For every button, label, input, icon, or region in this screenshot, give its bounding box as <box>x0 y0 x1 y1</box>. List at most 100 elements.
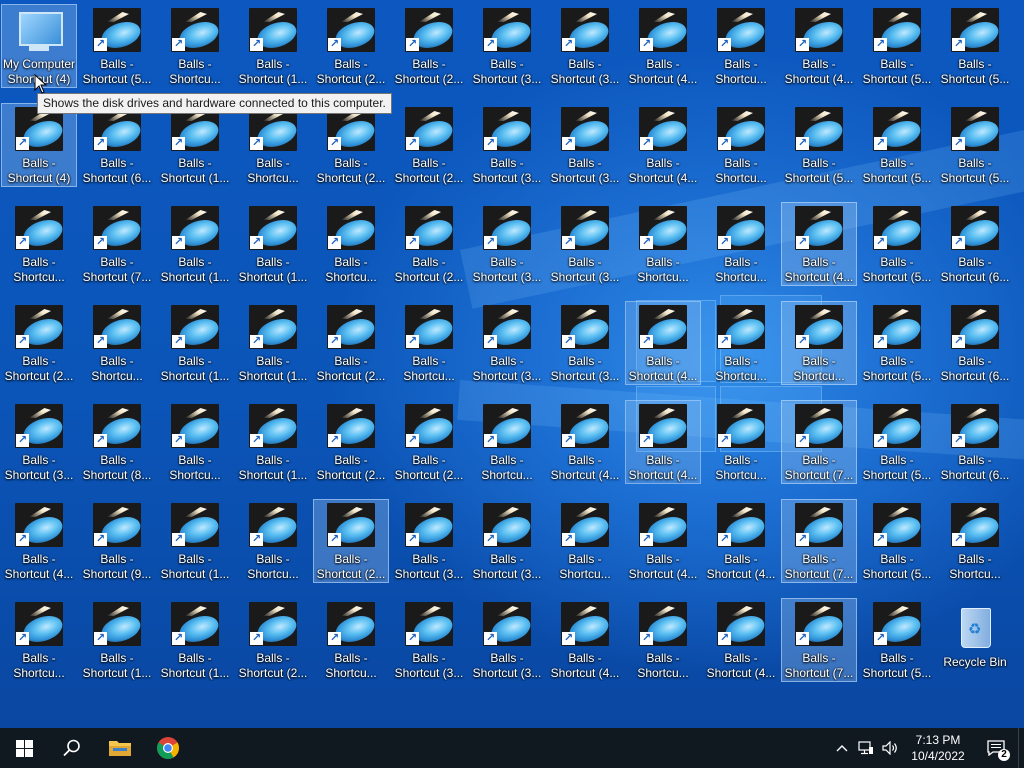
desktop-shortcut[interactable]: ↗ Balls - Shortcut (2... <box>313 103 389 187</box>
desktop-shortcut[interactable]: ↗ Balls - Shortcut (4... <box>625 499 701 583</box>
desktop-shortcut[interactable]: ↗ Balls - Shortcut (5... <box>859 103 935 187</box>
desktop-shortcut[interactable]: ↗ Balls - Shortcut (2... <box>235 598 311 682</box>
desktop-shortcut[interactable]: ↗ Balls - Shortcut (2... <box>313 301 389 385</box>
desktop-shortcut[interactable]: ↗ Balls - Shortcu... <box>157 4 233 88</box>
desktop-shortcut[interactable]: ↗ Balls - Shortcut (4... <box>625 301 701 385</box>
desktop-shortcut[interactable]: ↗ Balls - Shortcut (7... <box>781 499 857 583</box>
desktop-shortcut[interactable]: ↗ Balls - Shortcut (1... <box>235 4 311 88</box>
desktop-shortcut[interactable]: ↗ Balls - Shortcut (1... <box>157 301 233 385</box>
desktop-shortcut[interactable]: ↗ Balls - Shortcu... <box>781 301 857 385</box>
desktop-shortcut[interactable]: ↗ Balls - Shortcut (4... <box>703 598 779 682</box>
desktop-shortcut[interactable]: ↗ Balls - Shortcut (5... <box>859 4 935 88</box>
desktop-shortcut[interactable]: ↗ Balls - Shortcu... <box>469 400 545 484</box>
desktop-shortcut[interactable]: ↗ Balls - Shortcut (1... <box>157 499 233 583</box>
desktop-shortcut[interactable]: ↗ Balls - Shortcut (5... <box>937 4 1013 88</box>
desktop-shortcut[interactable]: ↗ Balls - Shortcu... <box>391 301 467 385</box>
desktop-shortcut[interactable]: ↗ Balls - Shortcut (4) <box>1 103 77 187</box>
desktop-shortcut[interactable]: ↗ Balls - Shortcu... <box>1 202 77 286</box>
desktop-shortcut[interactable]: ↗ Balls - Shortcut (2... <box>313 400 389 484</box>
desktop-shortcut[interactable]: ↗ Balls - Shortcut (5... <box>79 4 155 88</box>
desktop-shortcut[interactable]: ↗ Balls - Shortcut (3... <box>547 103 623 187</box>
desktop-shortcut[interactable]: ↗ Balls - Shortcu... <box>703 301 779 385</box>
desktop-shortcut[interactable]: ↗ Balls - Shortcu... <box>1 598 77 682</box>
show-hidden-icons-button[interactable] <box>830 728 854 768</box>
desktop-shortcut[interactable]: ↗ Balls - Shortcut (1... <box>157 103 233 187</box>
desktop-shortcut[interactable]: ↗ Balls - Shortcut (4... <box>781 4 857 88</box>
desktop-shortcut[interactable]: ↗ Balls - Shortcut (6... <box>937 202 1013 286</box>
desktop-shortcut[interactable]: ↗ Balls - Shortcut (5... <box>859 301 935 385</box>
desktop-shortcut[interactable]: ↗ Balls - Shortcu... <box>235 499 311 583</box>
desktop-shortcut[interactable]: ↗ Balls - Shortcu... <box>625 202 701 286</box>
volume-button[interactable] <box>878 728 902 768</box>
file-explorer-button[interactable] <box>96 728 144 768</box>
desktop-shortcut[interactable]: ↗ Balls - Shortcut (5... <box>937 103 1013 187</box>
desktop-shortcut[interactable]: ↗ Balls - Shortcut (2... <box>313 4 389 88</box>
desktop-shortcut[interactable]: ↗ Balls - Shortcut (5... <box>859 499 935 583</box>
desktop-shortcut[interactable]: ↗ Balls - Shortcut (5... <box>859 400 935 484</box>
desktop-shortcut[interactable]: ↗ Balls - Shortcut (2... <box>1 301 77 385</box>
desktop-shortcut[interactable]: ↗ Balls - Shortcu... <box>703 202 779 286</box>
desktop-shortcut[interactable]: ↗ Balls - Shortcu... <box>937 499 1013 583</box>
desktop-shortcut[interactable]: ↗ Balls - Shortcut (3... <box>547 202 623 286</box>
desktop-shortcut[interactable]: ↗ Balls - Shortcu... <box>703 103 779 187</box>
action-center-button[interactable]: 2 <box>974 728 1018 768</box>
show-desktop-button[interactable] <box>1018 728 1024 768</box>
desktop-shortcut[interactable]: ↗ Balls - Shortcut (9... <box>79 499 155 583</box>
desktop-shortcut[interactable]: ↗ Balls - Shortcut (3... <box>1 400 77 484</box>
desktop-shortcut[interactable]: ↗ Balls - Shortcut (1... <box>235 400 311 484</box>
desktop-shortcut[interactable]: ↗ Balls - Shortcu... <box>703 4 779 88</box>
desktop-shortcut[interactable]: ↗ Balls - Shortcut (3... <box>469 103 545 187</box>
desktop-shortcut[interactable]: ↗ Balls - Shortcut (4... <box>547 400 623 484</box>
desktop-shortcut[interactable]: ↗ Balls - Shortcu... <box>79 301 155 385</box>
desktop-shortcut[interactable]: ↗ Balls - Shortcu... <box>235 103 311 187</box>
desktop-shortcut[interactable]: ↗ Balls - Shortcut (4... <box>547 598 623 682</box>
desktop-shortcut[interactable]: ↗ Balls - Shortcut (1... <box>235 301 311 385</box>
desktop-shortcut[interactable]: ↗ Balls - Shortcut (6... <box>937 301 1013 385</box>
desktop-shortcut[interactable]: ↗ Balls - Shortcut (3... <box>469 301 545 385</box>
desktop-shortcut[interactable]: ↗ Balls - Shortcut (4... <box>625 4 701 88</box>
network-button[interactable] <box>854 728 878 768</box>
desktop-shortcut[interactable]: ↗ Balls - Shortcut (5... <box>781 103 857 187</box>
desktop-shortcut[interactable]: ↗ Balls - Shortcut (2... <box>391 103 467 187</box>
desktop-shortcut[interactable]: ↗ Balls - Shortcut (8... <box>79 400 155 484</box>
desktop-shortcut[interactable]: ↗ Balls - Shortcut (3... <box>547 4 623 88</box>
desktop-shortcut[interactable]: ↗ Balls - Shortcu... <box>547 499 623 583</box>
desktop-shortcut[interactable]: ↗ Balls - Shortcut (3... <box>391 499 467 583</box>
clock[interactable]: 7:13 PM 10/4/2022 <box>902 732 974 764</box>
desktop-shortcut[interactable]: ↗ Balls - Shortcut (5... <box>859 202 935 286</box>
desktop-shortcut[interactable]: ↗ Balls - Shortcut (7... <box>781 400 857 484</box>
desktop-shortcut[interactable]: ↗ Balls - Shortcut (7... <box>79 202 155 286</box>
desktop-shortcut[interactable]: ↗ Balls - Shortcu... <box>313 598 389 682</box>
desktop-shortcut[interactable]: ↗ Balls - Shortcut (7... <box>781 598 857 682</box>
desktop-shortcut[interactable]: ↗ Balls - Shortcu... <box>313 202 389 286</box>
desktop-shortcut[interactable]: ↗ Balls - Shortcu... <box>625 598 701 682</box>
desktop-shortcut[interactable]: ↗ Balls - Shortcut (3... <box>469 4 545 88</box>
recycle-bin[interactable]: ♻ Recycle Bin <box>937 598 1013 682</box>
desktop-shortcut[interactable]: ↗ Balls - Shortcut (3... <box>469 202 545 286</box>
desktop-shortcut[interactable]: ↗ Balls - Shortcut (5... <box>859 598 935 682</box>
desktop-shortcut[interactable]: ↗ Balls - Shortcut (3... <box>469 499 545 583</box>
desktop-shortcut[interactable]: ↗ Balls - Shortcut (1... <box>157 202 233 286</box>
start-button[interactable] <box>0 728 48 768</box>
desktop-shortcut[interactable]: ↗ Balls - Shortcut (3... <box>547 301 623 385</box>
desktop-shortcut[interactable]: ↗ Balls - Shortcut (6... <box>937 400 1013 484</box>
desktop-shortcut[interactable]: ↗ Balls - Shortcut (1... <box>79 598 155 682</box>
desktop-shortcut[interactable]: ↗ Balls - Shortcut (4... <box>781 202 857 286</box>
desktop-shortcut[interactable]: ↗ Balls - Shortcut (4... <box>625 103 701 187</box>
desktop-shortcut[interactable]: ↗ Balls - Shortcut (2... <box>391 400 467 484</box>
desktop-shortcut[interactable]: ↗ Balls - Shortcut (1... <box>235 202 311 286</box>
desktop-shortcut[interactable]: ↗ Balls - Shortcut (6... <box>79 103 155 187</box>
desktop-shortcut[interactable]: ↗ Balls - Shortcut (3... <box>391 598 467 682</box>
desktop-shortcut[interactable]: ↗ Balls - Shortcu... <box>703 400 779 484</box>
desktop-shortcut[interactable]: ↗ Balls - Shortcut (2... <box>313 499 389 583</box>
desktop-shortcut[interactable]: ↗ Balls - Shortcut (4... <box>703 499 779 583</box>
desktop-shortcut[interactable]: ↗ Balls - Shortcut (4... <box>1 499 77 583</box>
search-button[interactable] <box>48 728 96 768</box>
desktop-shortcut[interactable]: ↗ Balls - Shortcut (4... <box>625 400 701 484</box>
desktop-shortcut[interactable]: ↗ Balls - Shortcut (1... <box>157 598 233 682</box>
chrome-button[interactable] <box>144 728 192 768</box>
desktop-shortcut[interactable]: ↗ Balls - Shortcut (2... <box>391 4 467 88</box>
desktop-shortcut[interactable]: ↗ Balls - Shortcut (3... <box>469 598 545 682</box>
desktop-shortcut[interactable]: ↗ Balls - Shortcut (2... <box>391 202 467 286</box>
desktop-shortcut[interactable]: ↗ Balls - Shortcu... <box>157 400 233 484</box>
